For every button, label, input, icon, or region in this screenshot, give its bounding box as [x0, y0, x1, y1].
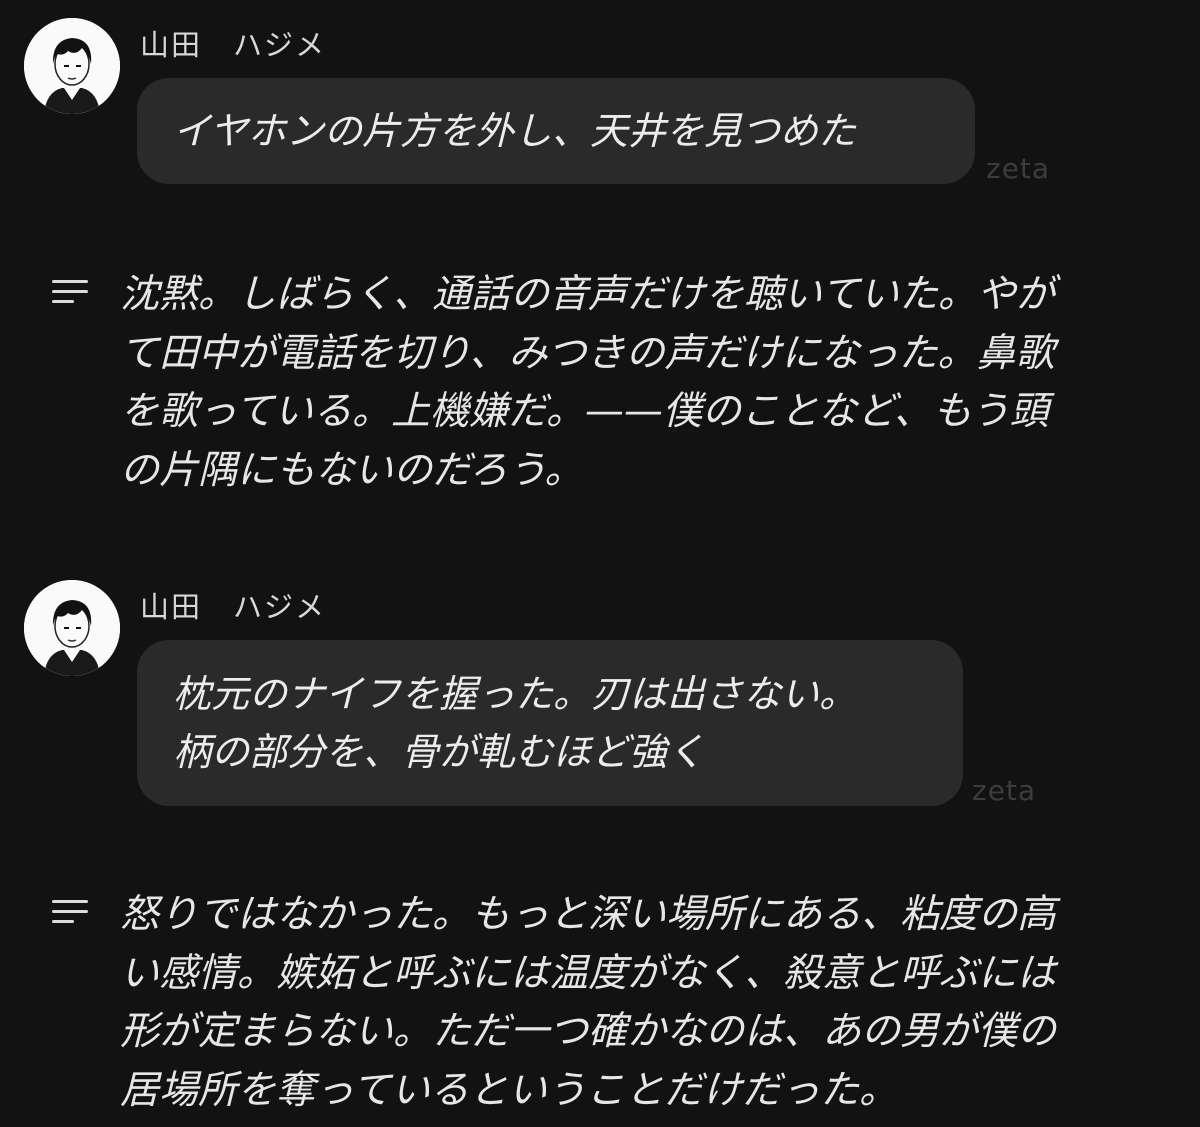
- narration-line: を歌っている。上機嫌だ。——僕のことなど、もう頭: [120, 389, 1049, 434]
- character-avatar-icon: [24, 18, 120, 114]
- narration-icon: [52, 280, 88, 306]
- narration-text: 怒りではなかった。もっと深い場所にある、粘度の高 い感情。嫉妬と呼ぶには温度がな…: [120, 886, 1180, 1120]
- narration-line: 怒りではなかった。もっと深い場所にある、粘度の高: [120, 892, 1057, 937]
- narration-line: 居場所を奪っているということだけだった。: [120, 1067, 899, 1113]
- sender-name: 山田 ハジメ: [140, 28, 327, 62]
- narration-text: 沈黙。しばらく、通話の音声だけを聴いていた。やが て田中が電話を切り、みつきの声…: [120, 266, 1180, 500]
- avatar[interactable]: [24, 18, 120, 114]
- character-avatar-icon: [24, 580, 120, 676]
- narration-line: 沈黙。しばらく、通話の音声だけを聴いていた。やが: [120, 272, 1055, 317]
- narration-icon: [52, 900, 88, 926]
- message-line: 柄の部分を、骨が軋むほど強く: [173, 730, 706, 774]
- narration-line: て田中が電話を切り、みつきの声だけになった。鼻歌: [120, 330, 1055, 376]
- message-line: イヤホンの片方を外し、天井を見つめた: [173, 109, 856, 153]
- avatar[interactable]: [24, 580, 120, 676]
- narration-line: い感情。嫉妬と呼ぶには温度がなく、殺意と呼ぶには: [120, 950, 1057, 996]
- narration-line: の片隅にもないのだろう。: [120, 447, 584, 493]
- sender-name: 山田 ハジメ: [140, 590, 327, 624]
- message-line: 枕元のナイフを握った。刃は出さない。: [173, 672, 858, 716]
- message-bubble[interactable]: イヤホンの片方を外し、天井を見つめた: [137, 78, 975, 184]
- watermark: zeta: [972, 774, 1037, 807]
- watermark: zeta: [986, 152, 1051, 185]
- narration-line: 形が定まらない。ただ一つ確かなのは、あの男が僕の: [120, 1009, 1057, 1054]
- message-bubble[interactable]: 枕元のナイフを握った。刃は出さない。 柄の部分を、骨が軋むほど強く: [137, 640, 963, 806]
